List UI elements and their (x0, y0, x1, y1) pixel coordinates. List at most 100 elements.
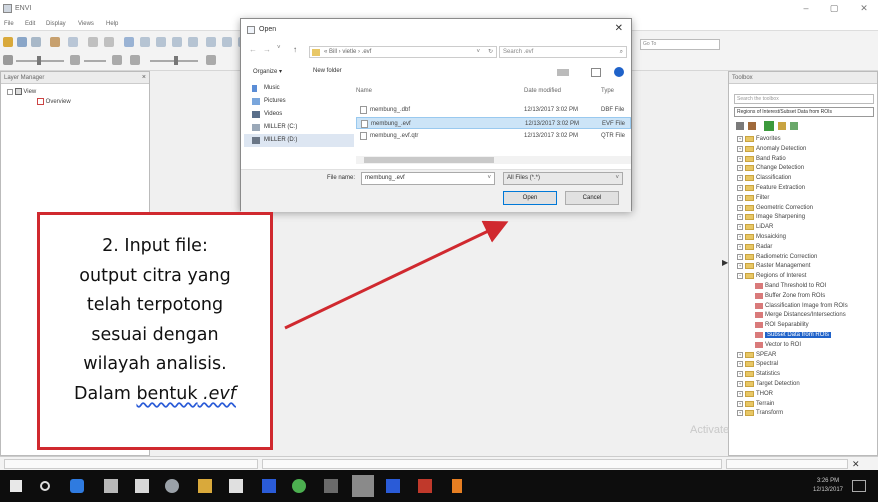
nav-item-pictures[interactable]: Pictures (244, 95, 354, 108)
transparency-icon[interactable] (130, 55, 140, 65)
toolbox-tool-item[interactable]: Buffer Zone from ROIs (737, 292, 875, 303)
expand-toggle-icon[interactable]: − (737, 273, 743, 280)
envelope-icon[interactable] (135, 479, 149, 493)
toolbox-tool-item[interactable]: ROI Separability (737, 322, 875, 332)
toolbox-extensions-icon[interactable] (748, 122, 756, 130)
word-icon[interactable] (262, 479, 276, 493)
scrollbar-thumb[interactable] (364, 157, 494, 163)
maximize-button[interactable]: ▢ (828, 3, 840, 14)
toolbox-folder-item[interactable]: + SPEAR (737, 351, 875, 362)
toolbox-folder-item[interactable]: + Target Detection (737, 380, 875, 391)
expand-toggle-icon[interactable]: + (737, 410, 743, 417)
nav-item-videos[interactable]: Videos (244, 108, 354, 121)
acrobat-icon[interactable] (418, 479, 432, 493)
menu-help[interactable]: Help (106, 21, 118, 27)
toolbox-run-icon[interactable] (790, 122, 798, 130)
column-type[interactable]: Type (601, 88, 614, 94)
edge-browser-icon[interactable] (70, 479, 84, 493)
toolbox-folder-item[interactable]: + Radar (737, 243, 875, 254)
expand-toggle-icon[interactable]: + (737, 243, 743, 250)
menu-views[interactable]: Views (78, 21, 94, 27)
toolbox-folder-item[interactable]: + Mosaicking (737, 233, 875, 244)
toolbox-folder-item[interactable]: + Transform (737, 410, 875, 420)
up-icon[interactable]: ↑ (293, 45, 297, 54)
column-date-modified[interactable]: Date modified (524, 88, 561, 94)
address-dropdown-icon[interactable]: ˅ (476, 47, 480, 57)
layer-tree-view[interactable]: View (7, 88, 36, 95)
toolbox-tool-item[interactable]: Band Threshold to ROI (737, 282, 875, 293)
menu-display[interactable]: Display (46, 21, 66, 27)
toolbox-star-icon[interactable] (778, 122, 786, 130)
view-options-icon[interactable] (557, 69, 569, 76)
toolbox-search-input[interactable]: Search the toolbox (734, 94, 874, 104)
forward-icon[interactable]: → (263, 45, 271, 54)
toolbox-folder-item[interactable]: + Raster Management (737, 263, 875, 273)
sharpen-knob[interactable] (174, 56, 178, 65)
file-row-dbf[interactable]: membung_.dbf 12/13/2017 3:02 PM DBF File (356, 104, 631, 116)
toolbox-folder-item[interactable]: + Geometric Correction (737, 204, 875, 215)
refresh-icon[interactable]: ↻ (488, 47, 493, 57)
envi-task-icon[interactable] (352, 475, 374, 497)
chrome-icon[interactable] (292, 479, 306, 493)
toolbox-folder-item[interactable]: + Radiometric Correction (737, 253, 875, 264)
toolbox-folder-item[interactable]: + Classification (737, 175, 875, 185)
toolbox-settings-icon[interactable] (736, 122, 744, 130)
help-icon[interactable] (614, 67, 624, 77)
goto-input[interactable]: Go To (640, 39, 720, 50)
file-row-evf[interactable]: membung_.evf 12/13/2017 3:02 PM EVF File (356, 117, 631, 129)
select-icon[interactable] (124, 37, 134, 47)
cancel-button[interactable]: Cancel (565, 191, 619, 205)
app-icon-1[interactable] (324, 479, 338, 493)
expand-toggle-icon[interactable]: + (737, 263, 743, 270)
expand-toggle-icon[interactable]: + (737, 361, 743, 368)
contrast-slider[interactable] (84, 60, 106, 62)
expand-toggle-icon[interactable]: + (737, 224, 743, 231)
rotate-icon[interactable] (172, 37, 182, 47)
expand-toggle-icon[interactable]: + (737, 214, 743, 221)
layer-manager-close-icon[interactable]: × (142, 74, 146, 81)
toolbox-folder-item[interactable]: + Feature Extraction (737, 184, 875, 195)
file-name-input[interactable]: membung_.evf ˅ (361, 172, 495, 185)
file-name-dropdown-icon[interactable]: ˅ (487, 173, 491, 184)
redo-icon[interactable] (104, 37, 114, 47)
file-row-qtr[interactable]: membung_.evf.qtr 12/13/2017 3:02 PM QTR … (356, 130, 631, 142)
toolbox-folder-item[interactable]: + Spectral (737, 361, 875, 371)
start-windows-icon[interactable] (10, 480, 22, 492)
word-doc-icon[interactable] (386, 479, 400, 493)
expand-toggle-icon[interactable]: + (737, 175, 743, 182)
toolbox-folder-item[interactable]: + Statistics (737, 371, 875, 381)
expand-toggle-icon[interactable]: + (737, 136, 743, 142)
file-list-scrollbar[interactable] (356, 156, 631, 164)
toolbox-add-icon[interactable] (764, 121, 774, 131)
taskbar-clock[interactable]: 3:26 PM 12/13/2017 (808, 477, 848, 495)
toolbox-folder-item[interactable]: + Favorites (737, 136, 875, 146)
column-name[interactable]: Name (356, 88, 372, 94)
toolbox-tool-item[interactable]: Classification Image from ROIs (737, 302, 875, 313)
layer-tree-overview[interactable]: Overview (37, 98, 71, 105)
nav-item-drive-d[interactable]: MILLER (D:) (244, 134, 354, 147)
fly-icon[interactable] (156, 37, 166, 47)
print-icon[interactable] (31, 37, 41, 47)
expand-toggle-icon[interactable]: + (737, 400, 743, 407)
file-type-select[interactable]: All Files (*.*) ˅ (503, 172, 623, 185)
file-type-dropdown-icon[interactable]: ˅ (615, 173, 619, 184)
sharpen-icon[interactable] (112, 55, 122, 65)
undo-icon[interactable] (88, 37, 98, 47)
expand-toggle-icon[interactable]: + (737, 194, 743, 201)
nav-item-drive-c[interactable]: MILLER (C:) (244, 121, 354, 134)
toolbox-selected-task[interactable]: Regions of Interest/Subset Data from ROI… (734, 107, 874, 117)
toolbox-folder-item[interactable]: + THOR (737, 390, 875, 401)
expand-toggle-icon[interactable]: + (737, 184, 743, 191)
expand-toggle-icon[interactable]: + (737, 155, 743, 162)
new-folder-button[interactable]: New folder (313, 68, 342, 74)
zoom-in-icon[interactable] (206, 37, 216, 47)
open-button[interactable]: Open (503, 191, 557, 205)
stretch-icon[interactable] (3, 55, 13, 65)
toolbox-folder-item[interactable]: + Filter (737, 194, 875, 205)
grid-icon[interactable] (188, 37, 198, 47)
minimize-button[interactable]: – (800, 3, 812, 14)
toolbox-folder-item[interactable]: − Regions of Interest (737, 273, 875, 283)
notification-icon[interactable] (852, 480, 866, 492)
vlc-icon[interactable] (452, 479, 462, 493)
dialog-close-icon[interactable]: ✕ (615, 23, 623, 34)
